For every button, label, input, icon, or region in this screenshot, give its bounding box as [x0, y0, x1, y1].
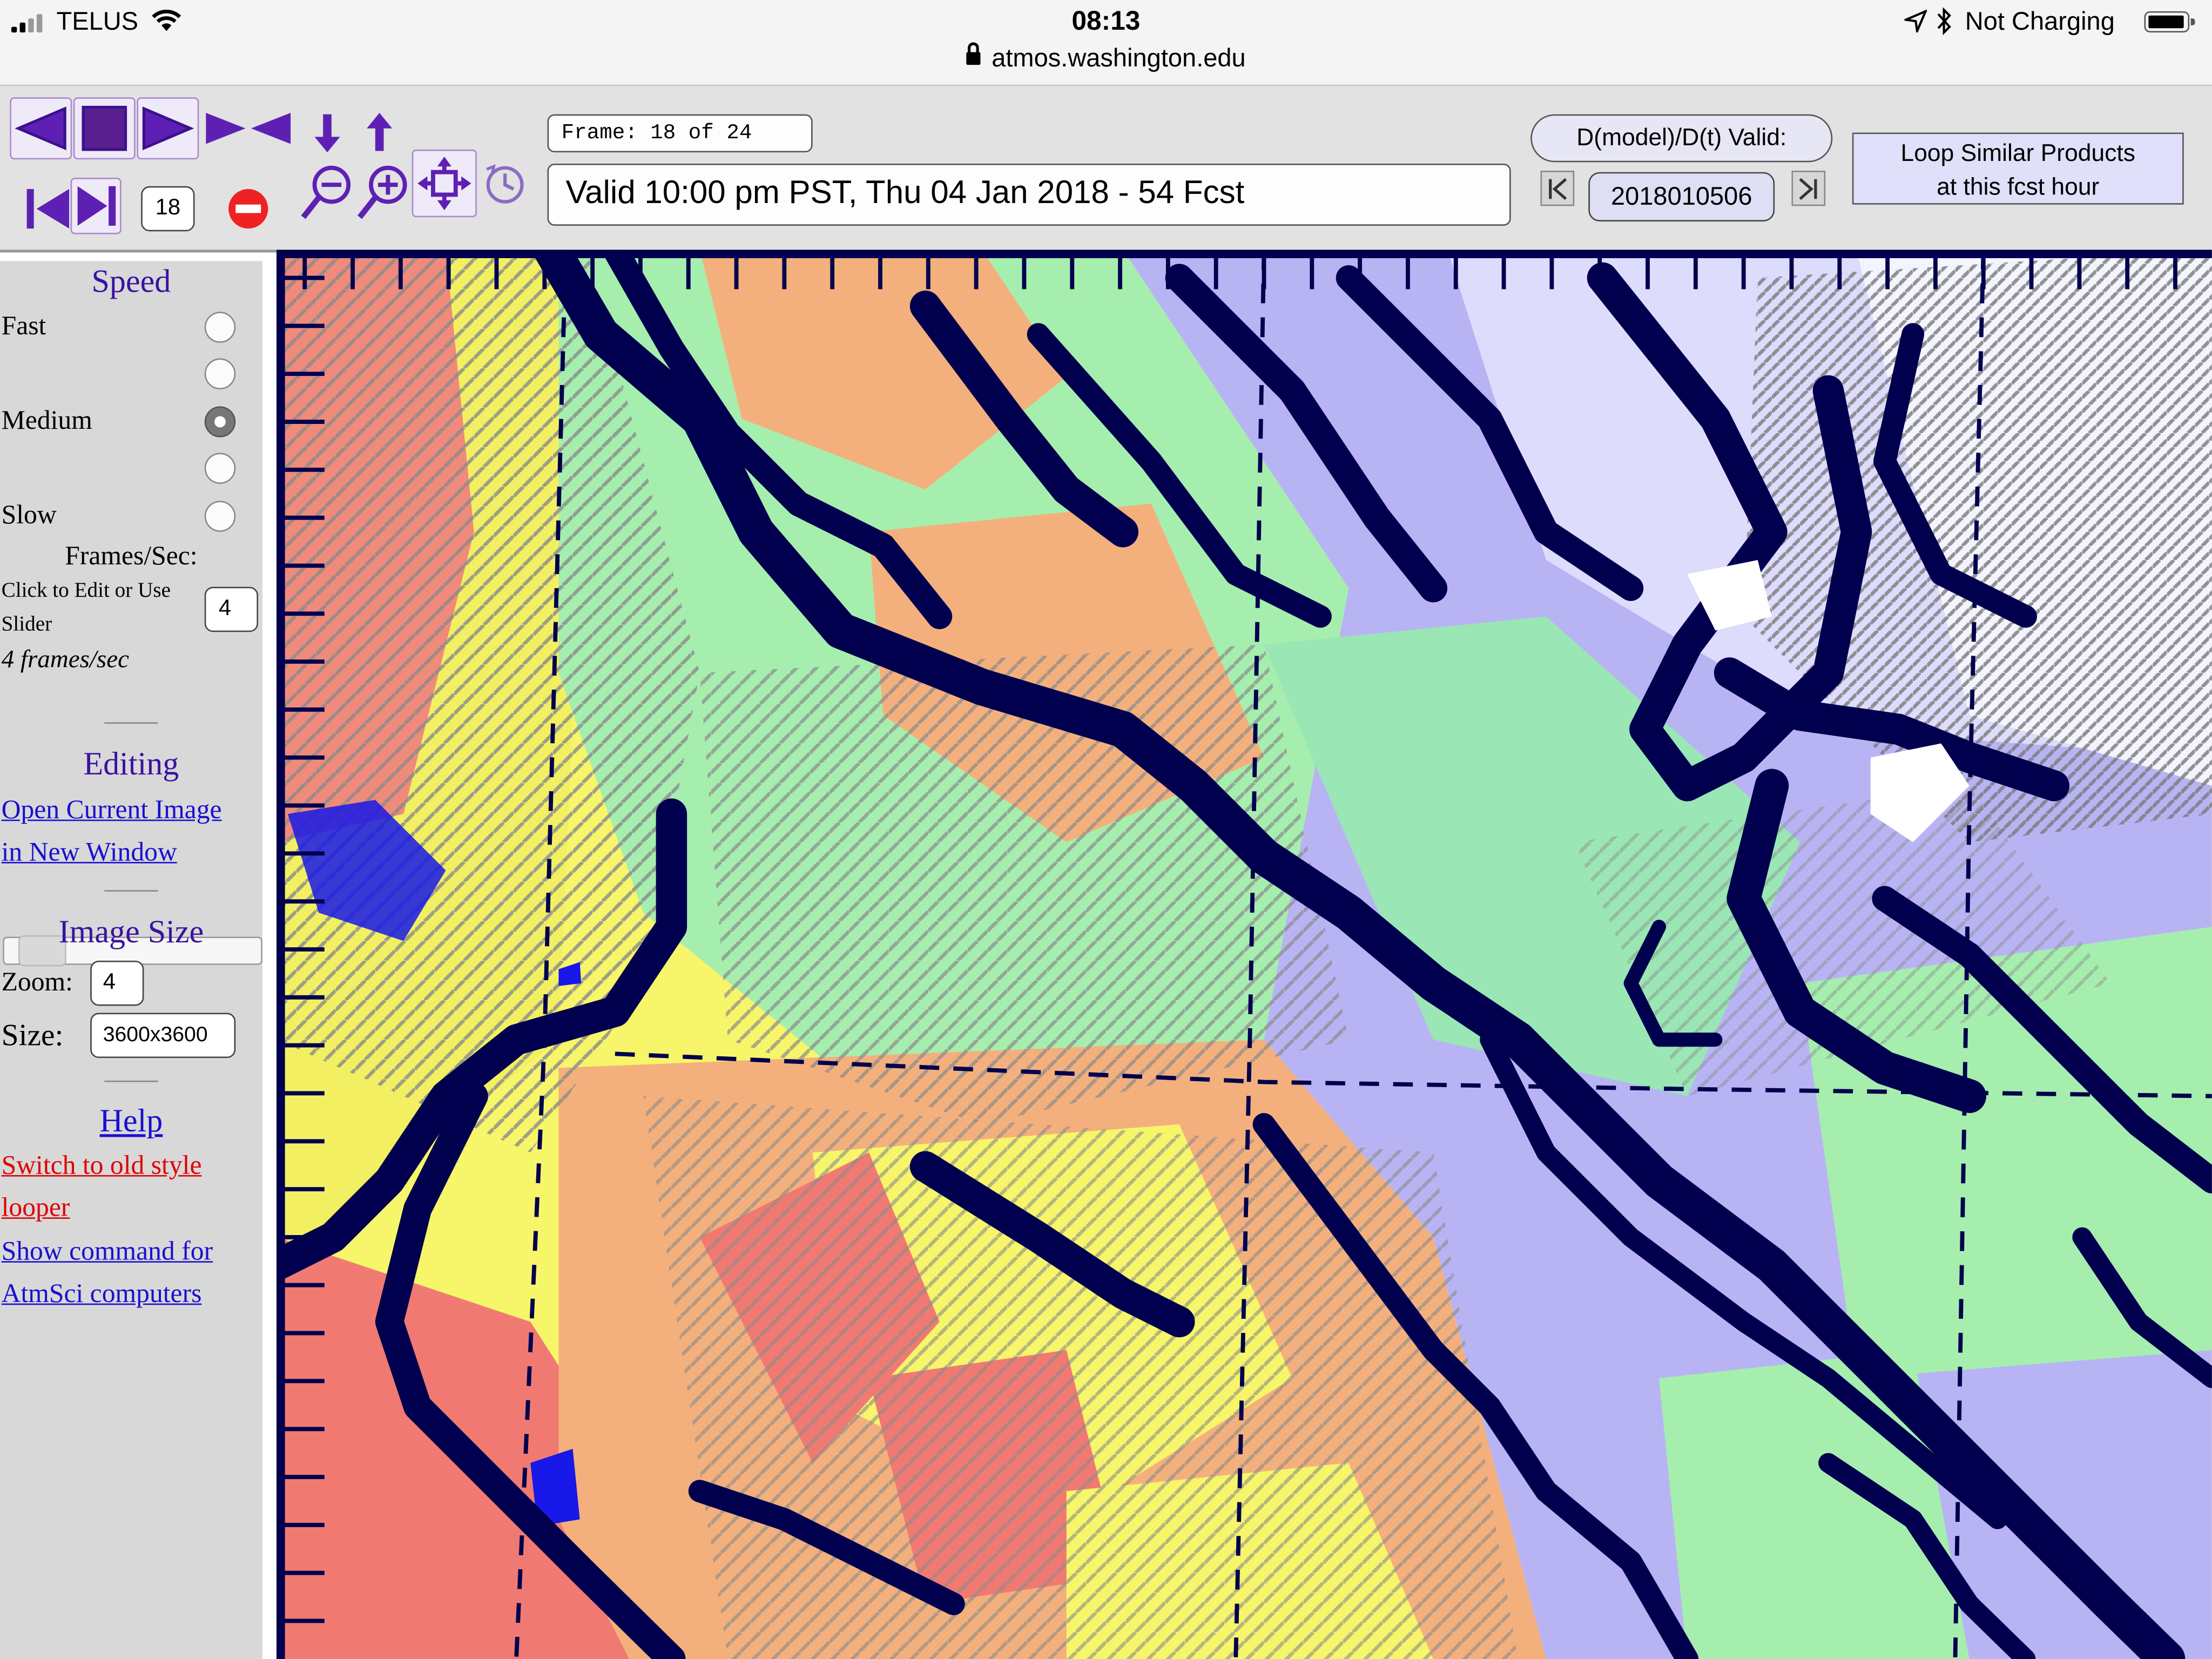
zoom-out-button[interactable]: [296, 161, 356, 226]
zoom-label: Zoom:: [1, 967, 73, 997]
help-link[interactable]: Help: [0, 1103, 262, 1140]
zoom-input[interactable]: 4: [90, 960, 144, 1006]
open-image-link[interactable]: Open Current Image in New Window: [2, 790, 222, 875]
first-frame-button[interactable]: [20, 178, 76, 240]
faster-button[interactable]: [355, 102, 403, 164]
next-frame-button[interactable]: [137, 97, 199, 160]
model-date-prev-button[interactable]: [1540, 171, 1575, 206]
editing-heading: Editing: [83, 746, 179, 782]
battery-icon: [2144, 11, 2195, 33]
magnifier-plus-icon: [358, 165, 407, 219]
divider: [104, 890, 158, 892]
pan-button[interactable]: [412, 149, 477, 218]
show-command-link[interactable]: Show command for AtmSci computers: [2, 1231, 213, 1316]
lock-icon: [966, 42, 981, 65]
speed-radio-medium[interactable]: [204, 406, 236, 437]
fps-readout: 4 frames/sec: [1, 644, 129, 673]
arrow-down-icon: [314, 114, 340, 153]
command-line1: Show command for: [1, 1237, 213, 1267]
arrow-up-icon: [367, 112, 393, 151]
rock-button[interactable]: [200, 97, 296, 159]
prev-frame-button[interactable]: [10, 97, 72, 160]
fps-hint-line2: Slider: [1, 613, 52, 637]
loop-similar-line1: Loop Similar Products: [1900, 139, 2135, 167]
fps-hint-line1: Click to Edit or Use: [1, 579, 171, 603]
valid-time-display: Valid 10:00 pm PST, Thu 04 Jan 2018 - 54…: [547, 164, 1511, 226]
model-date-next-button[interactable]: [1791, 171, 1826, 206]
bluetooth-icon: [1937, 7, 1951, 36]
forecast-map-svg: [276, 249, 2212, 1659]
address-bar[interactable]: atmos.washington.edu: [0, 42, 2212, 73]
open-image-line1: Open Current Image: [1, 795, 222, 826]
location-arrow-icon: [1904, 10, 1927, 33]
size-input[interactable]: 3600x3600: [90, 1013, 236, 1058]
no-entry-icon: [228, 189, 268, 229]
pan-arrows-icon: [417, 156, 471, 211]
bounce-icon: [206, 112, 291, 144]
ddt-valid-button[interactable]: D(model)/D(t) Valid:: [1530, 114, 1833, 163]
step-back-icon: [1549, 177, 1567, 199]
clock: 08:13: [1071, 7, 1141, 37]
step-forward-icon: [1799, 177, 1817, 199]
triangle-right-icon: [142, 106, 194, 151]
url-text: atmos.washington.edu: [992, 43, 1246, 72]
loop-similar-line2: at this fcst hour: [1937, 173, 2100, 200]
ios-status-bar: TELUS 08:13 atmos.washington.edu Not Cha…: [0, 0, 2212, 86]
image-size-heading: Image Size: [58, 914, 204, 950]
divider: [104, 722, 158, 724]
model-date-field[interactable]: 2018010506: [1588, 172, 1775, 222]
old-style-looper-link[interactable]: Switch to old style looper: [2, 1145, 202, 1230]
loop-similar-button[interactable]: Loop Similar Products at this fcst hour: [1852, 132, 2184, 205]
magnifier-minus-icon: [301, 165, 351, 219]
speed-label-slow: Slow: [1, 501, 57, 531]
command-line2: AtmSci computers: [1, 1279, 202, 1310]
square-stop-icon: [82, 105, 127, 151]
frame-number-field[interactable]: 18: [141, 186, 195, 232]
last-frame-button[interactable]: [70, 178, 122, 234]
open-image-line2: in New Window: [1, 838, 177, 868]
stop-button[interactable]: [73, 97, 136, 160]
size-label: Size:: [1, 1017, 64, 1053]
zoom-in-button[interactable]: [353, 161, 412, 226]
speed-label-medium: Medium: [1, 406, 92, 436]
fps-input[interactable]: 4: [204, 586, 259, 632]
frame-counter: Frame: 18 of 24: [547, 114, 813, 153]
speed-radio-fast[interactable]: [204, 312, 236, 343]
reset-button[interactable]: [480, 158, 530, 212]
old-style-line2: looper: [1, 1193, 70, 1223]
forecast-map-image[interactable]: [276, 249, 2212, 1659]
first-frame-icon: [26, 189, 69, 229]
triangle-left-icon: [15, 106, 66, 151]
stage: TELUS 08:13 atmos.washington.edu Not Cha…: [0, 0, 2212, 1659]
speed-radio-slow[interactable]: [204, 501, 236, 532]
reset-clock-icon: [486, 164, 524, 204]
fps-heading: Frames/Sec:: [65, 542, 198, 571]
speed-radio-medium-fast[interactable]: [204, 358, 236, 389]
control-sidebar: Speed Fast Medium Slow Frames/Sec: Click…: [0, 261, 262, 1659]
last-frame-icon: [77, 186, 116, 226]
no-entry-button[interactable]: [220, 180, 276, 237]
speed-label-fast: Fast: [1, 312, 46, 342]
divider: [104, 1080, 158, 1082]
slower-button[interactable]: [304, 102, 352, 164]
speed-radio-medium-slow[interactable]: [204, 453, 236, 484]
speed-heading: Speed: [91, 264, 171, 299]
battery-status-text: Not Charging: [1965, 7, 2115, 36]
old-style-line1: Switch to old style: [1, 1151, 202, 1181]
